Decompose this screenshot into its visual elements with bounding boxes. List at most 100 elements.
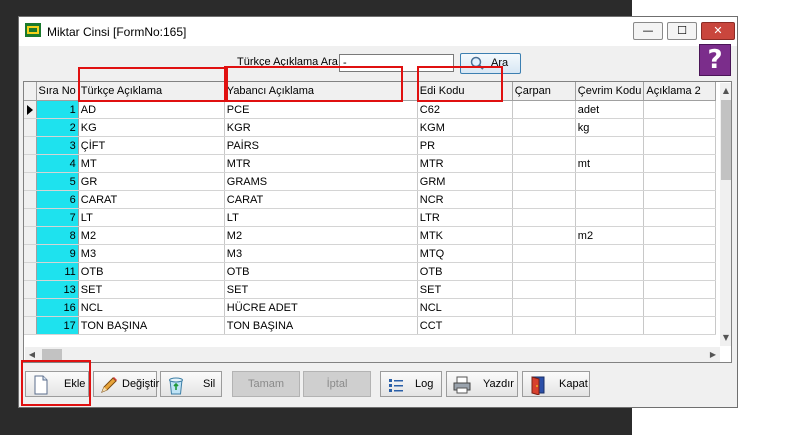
cevrim-kodu-cell[interactable]: m2 bbox=[575, 226, 645, 245]
table-row[interactable]: 8 M2 M2 MTK m2 bbox=[24, 226, 717, 245]
horizontal-scroll-thumb[interactable] bbox=[42, 349, 62, 360]
carpan-cell[interactable] bbox=[512, 172, 576, 191]
turkce-aciklama-cell[interactable]: GR bbox=[78, 172, 225, 191]
carpan-cell[interactable] bbox=[512, 118, 576, 137]
sira-no-cell[interactable]: 13 bbox=[36, 280, 79, 299]
row-indicator[interactable] bbox=[24, 136, 37, 155]
row-indicator[interactable] bbox=[24, 280, 37, 299]
edi-kodu-cell[interactable]: SET bbox=[417, 280, 513, 299]
row-indicator[interactable] bbox=[24, 118, 37, 137]
minimize-button[interactable]: — bbox=[633, 22, 663, 40]
sira-no-cell[interactable]: 11 bbox=[36, 262, 79, 281]
row-indicator[interactable] bbox=[24, 172, 37, 191]
turkce-aciklama-cell[interactable]: M2 bbox=[78, 226, 225, 245]
aciklama-2-cell[interactable] bbox=[643, 226, 717, 245]
carpan-cell[interactable] bbox=[512, 244, 576, 263]
row-indicator[interactable] bbox=[24, 226, 37, 245]
row-indicator[interactable] bbox=[24, 190, 37, 209]
edi-kodu-cell[interactable]: NCL bbox=[417, 298, 513, 317]
table-row[interactable]: 2 KG KGR KGM kg bbox=[24, 118, 717, 137]
aciklama-2-cell[interactable] bbox=[643, 172, 717, 191]
yabanci-aciklama-cell[interactable]: HÜCRE ADET bbox=[224, 298, 418, 317]
aciklama-2-cell[interactable] bbox=[643, 136, 717, 155]
table-row[interactable]: 17 TON BAŞINA TON BAŞINA CCT bbox=[24, 316, 717, 335]
turkce-aciklama-cell[interactable]: SET bbox=[78, 280, 225, 299]
yabanci-aciklama-cell[interactable]: LT bbox=[224, 208, 418, 227]
cevrim-kodu-cell[interactable] bbox=[575, 244, 645, 263]
cevrim-kodu-cell[interactable] bbox=[575, 262, 645, 281]
edi-kodu-cell[interactable]: KGM bbox=[417, 118, 513, 137]
aciklama-2-cell[interactable] bbox=[643, 316, 717, 335]
scroll-down-icon[interactable]: ▼ bbox=[720, 330, 731, 346]
aciklama-2-cell[interactable] bbox=[643, 244, 717, 263]
cevrim-kodu-cell[interactable]: mt bbox=[575, 154, 645, 173]
maximize-button[interactable]: ☐ bbox=[667, 22, 697, 40]
vertical-scroll-thumb[interactable] bbox=[721, 100, 731, 180]
vertical-scrollbar[interactable]: ▲ ▼ bbox=[720, 83, 731, 346]
table-row[interactable]: 9 M3 M3 MTQ bbox=[24, 244, 717, 263]
yabanci-aciklama-cell[interactable]: KGR bbox=[224, 118, 418, 137]
sira-no-cell[interactable]: 2 bbox=[36, 118, 79, 137]
sira-no-cell[interactable]: 17 bbox=[36, 316, 79, 335]
carpan-cell[interactable] bbox=[512, 100, 576, 119]
close-button[interactable]: ✕ bbox=[701, 22, 735, 40]
carpan-cell[interactable] bbox=[512, 136, 576, 155]
row-indicator[interactable] bbox=[24, 316, 37, 335]
yabanci-aciklama-cell[interactable]: GRAMS bbox=[224, 172, 418, 191]
yabanci-aciklama-cell[interactable]: M3 bbox=[224, 244, 418, 263]
horizontal-scrollbar[interactable]: ◀ ▶ bbox=[25, 347, 720, 362]
table-row[interactable]: 13 SET SET SET bbox=[24, 280, 717, 299]
turkce-aciklama-cell[interactable]: AD bbox=[78, 100, 225, 119]
cevrim-kodu-cell[interactable] bbox=[575, 172, 645, 191]
edi-kodu-cell[interactable]: NCR bbox=[417, 190, 513, 209]
sil-button[interactable]: Sil bbox=[160, 371, 222, 397]
aciklama-2-cell[interactable] bbox=[643, 208, 717, 227]
turkce-aciklama-cell[interactable]: CARAT bbox=[78, 190, 225, 209]
edi-kodu-cell[interactable]: GRM bbox=[417, 172, 513, 191]
sira-no-cell[interactable]: 16 bbox=[36, 298, 79, 317]
yabanci-aciklama-cell[interactable]: M2 bbox=[224, 226, 418, 245]
degistir-button[interactable]: Değiştir bbox=[93, 371, 159, 397]
aciklama-2-cell[interactable] bbox=[643, 118, 717, 137]
edi-kodu-cell[interactable]: OTB bbox=[417, 262, 513, 281]
iptal-button[interactable]: İptal bbox=[303, 371, 371, 397]
aciklama-2-cell[interactable] bbox=[643, 298, 717, 317]
scroll-right-icon[interactable]: ▶ bbox=[706, 347, 720, 362]
edi-kodu-cell[interactable]: MTK bbox=[417, 226, 513, 245]
carpan-cell[interactable] bbox=[512, 298, 576, 317]
sira-no-cell[interactable]: 4 bbox=[36, 154, 79, 173]
sira-no-cell[interactable]: 9 bbox=[36, 244, 79, 263]
log-button[interactable]: Log bbox=[380, 371, 442, 397]
cevrim-kodu-cell[interactable] bbox=[575, 136, 645, 155]
cevrim-kodu-cell[interactable] bbox=[575, 316, 645, 335]
table-row[interactable]: 1 AD PCE C62 adet bbox=[24, 100, 717, 119]
yabanci-aciklama-cell[interactable]: CARAT bbox=[224, 190, 418, 209]
edi-kodu-cell[interactable]: LTR bbox=[417, 208, 513, 227]
row-indicator[interactable] bbox=[24, 262, 37, 281]
carpan-cell[interactable] bbox=[512, 208, 576, 227]
kapat-button[interactable]: Kapat bbox=[522, 371, 590, 397]
table-row[interactable]: 6 CARAT CARAT NCR bbox=[24, 190, 717, 209]
table-row[interactable]: 3 ÇİFT PAİRS PR bbox=[24, 136, 717, 155]
row-indicator[interactable] bbox=[24, 100, 37, 119]
carpan-cell[interactable] bbox=[512, 226, 576, 245]
yabanci-aciklama-cell[interactable]: PAİRS bbox=[224, 136, 418, 155]
sira-no-cell[interactable]: 1 bbox=[36, 100, 79, 119]
turkce-aciklama-cell[interactable]: OTB bbox=[78, 262, 225, 281]
tamam-button[interactable]: Tamam bbox=[232, 371, 300, 397]
table-row[interactable]: 4 MT MTR MTR mt bbox=[24, 154, 717, 173]
carpan-cell[interactable] bbox=[512, 154, 576, 173]
carpan-cell[interactable] bbox=[512, 280, 576, 299]
carpan-cell[interactable] bbox=[512, 190, 576, 209]
turkce-aciklama-cell[interactable]: NCL bbox=[78, 298, 225, 317]
edi-kodu-cell[interactable]: MTQ bbox=[417, 244, 513, 263]
cevrim-kodu-cell[interactable] bbox=[575, 190, 645, 209]
table-row[interactable]: 16 NCL HÜCRE ADET NCL bbox=[24, 298, 717, 317]
table-row[interactable]: 7 LT LT LTR bbox=[24, 208, 717, 227]
cevrim-kodu-cell[interactable] bbox=[575, 280, 645, 299]
aciklama-2-cell[interactable] bbox=[643, 190, 717, 209]
scroll-up-icon[interactable]: ▲ bbox=[720, 83, 731, 99]
edi-kodu-cell[interactable]: PR bbox=[417, 136, 513, 155]
edi-kodu-cell[interactable]: CCT bbox=[417, 316, 513, 335]
aciklama-2-cell[interactable] bbox=[643, 100, 717, 119]
